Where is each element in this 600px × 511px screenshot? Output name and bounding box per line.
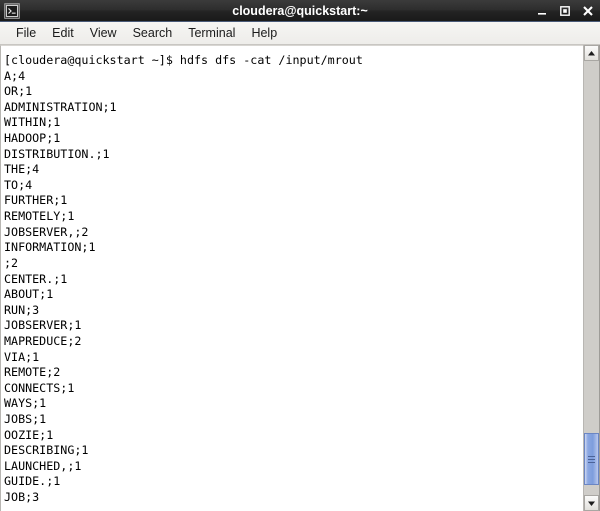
minimize-icon[interactable] <box>535 4 548 17</box>
terminal-output-line: JOBSERVER,;2 <box>4 224 89 239</box>
terminal-output-line: MAPREDUCE;2 <box>4 333 82 348</box>
terminal-output-line: DISTRIBUTION.;1 <box>4 146 110 161</box>
terminal-output[interactable]: [cloudera@quickstart ~]$ hdfs dfs -cat /… <box>1 46 583 506</box>
vertical-scrollbar[interactable] <box>583 45 600 511</box>
terminal-output-line: INFORMATION;1 <box>4 240 96 255</box>
terminal-output-line: A;4 <box>4 68 26 83</box>
terminal-output-line: CENTER.;1 <box>4 271 68 286</box>
terminal-output-line: FURTHER;1 <box>4 193 68 208</box>
terminal-viewport[interactable]: [cloudera@quickstart ~]$ hdfs dfs -cat /… <box>0 45 583 511</box>
scroll-up-icon[interactable] <box>584 45 599 61</box>
terminal-output-line: JOB;3 <box>4 490 40 505</box>
terminal-output-line: ABOUT;1 <box>4 287 54 302</box>
scrollbar-grip <box>588 454 595 465</box>
terminal-output-line: JOBS;1 <box>4 412 47 427</box>
terminal-output-line: TO;4 <box>4 177 33 192</box>
terminal-body: [cloudera@quickstart ~]$ hdfs dfs -cat /… <box>0 45 600 511</box>
terminal-output-line: VIA;1 <box>4 349 40 364</box>
terminal-output-line: DESCRIBING;1 <box>4 443 89 458</box>
terminal-output-line: ;2 <box>4 255 19 270</box>
scrollbar-thumb[interactable] <box>584 433 599 485</box>
menu-item-file[interactable]: File <box>8 24 44 42</box>
maximize-icon[interactable] <box>558 4 571 17</box>
terminal-output-line: CONNECTS;1 <box>4 380 75 395</box>
menu-item-terminal[interactable]: Terminal <box>180 24 243 42</box>
scroll-down-icon[interactable] <box>584 495 599 511</box>
titlebar[interactable]: cloudera@quickstart:~ <box>0 0 600 22</box>
menubar: File Edit View Search Terminal Help <box>0 22 600 45</box>
terminal-output-line: GUIDE.;1 <box>4 474 61 489</box>
terminal-output-line: REMOTE;2 <box>4 365 61 380</box>
scrollbar-track[interactable] <box>584 61 599 495</box>
menu-item-help[interactable]: Help <box>243 24 285 42</box>
window-controls <box>535 4 594 17</box>
terminal-output-line: WITHIN;1 <box>4 115 61 130</box>
terminal-output-line: WAYS;1 <box>4 396 47 411</box>
terminal-output-line: ADMINISTRATION;1 <box>4 99 117 114</box>
terminal-command-line: [cloudera@quickstart ~]$ hdfs dfs -cat /… <box>4 53 363 67</box>
terminal-output-line: JOBSERVER;1 <box>4 318 82 333</box>
menu-item-edit[interactable]: Edit <box>44 24 82 42</box>
terminal-output-line: RUN;3 <box>4 302 40 317</box>
terminal-output-line: REMOTELY;1 <box>4 209 75 224</box>
terminal-output-line: OOZIE;1 <box>4 427 54 442</box>
close-icon[interactable] <box>581 4 594 17</box>
terminal-output-line: LAUNCHED,;1 <box>4 458 82 473</box>
terminal-output-line: HADOOP;1 <box>4 131 61 146</box>
menu-item-view[interactable]: View <box>82 24 125 42</box>
terminal-output-line: OR;1 <box>4 84 33 99</box>
terminal-window: cloudera@quickstart:~ File Edit View Sea… <box>0 0 600 511</box>
terminal-output-line: THE;4 <box>4 162 40 177</box>
window-title: cloudera@quickstart:~ <box>232 3 368 18</box>
terminal-icon[interactable] <box>4 2 20 19</box>
menu-item-search[interactable]: Search <box>125 24 181 42</box>
